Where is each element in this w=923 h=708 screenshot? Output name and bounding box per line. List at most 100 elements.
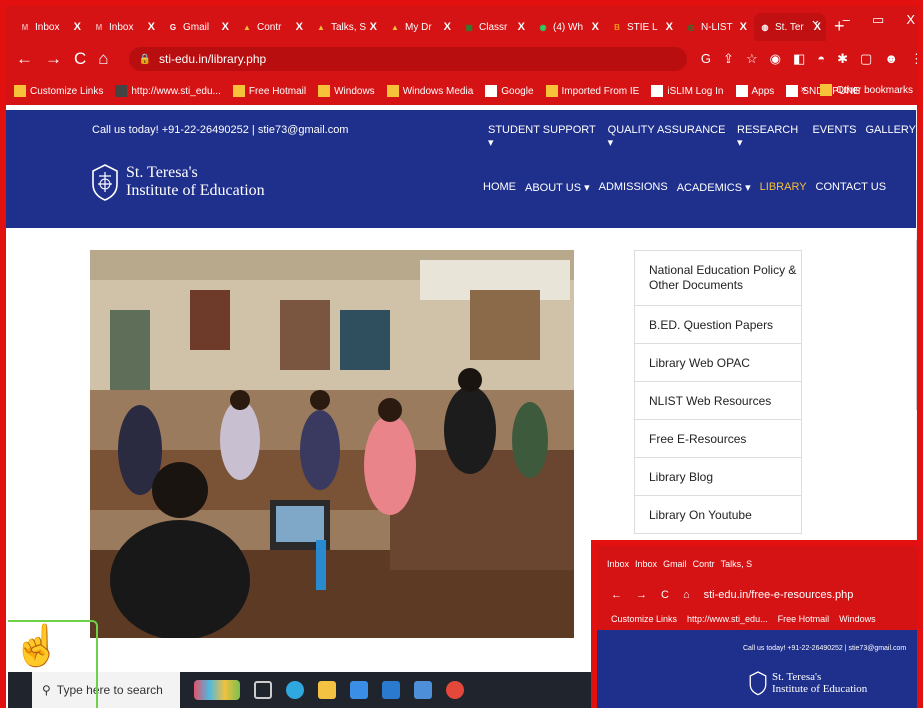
other-bookmarks[interactable]: Other bookmarks — [820, 84, 913, 96]
top-nav-item[interactable]: EVENTS — [812, 124, 856, 149]
inset-url[interactable]: sti-edu.in/free-e-resources.php — [704, 589, 854, 601]
extension-icon[interactable]: ☻ — [884, 51, 898, 67]
inset-tab[interactable]: Gmail — [663, 559, 687, 569]
extension-icon[interactable]: G — [701, 51, 711, 67]
bookmark-item[interactable]: Windows Media — [386, 85, 473, 97]
tab-close-icon[interactable]: X — [148, 21, 155, 33]
tab-close-icon[interactable]: X — [74, 21, 81, 33]
inset-home-icon[interactable]: ⌂ — [683, 589, 690, 601]
inset-logo-line-1: St. Teresa's — [772, 671, 822, 683]
bookmark-item[interactable]: Free Hotmail — [232, 85, 306, 97]
tab-close-icon[interactable]: X — [444, 21, 451, 33]
main-nav-item[interactable]: LIBRARY — [760, 181, 807, 194]
tab-4[interactable]: ▲ Talks, S X — [310, 13, 382, 41]
nlist-icon: ◎ — [687, 22, 695, 32]
main-nav-item[interactable]: ACADEMICS ▾ — [677, 181, 751, 194]
top-nav-item[interactable]: GALLERY — [865, 124, 916, 149]
extension-icon[interactable]: ▢ — [860, 51, 872, 67]
side-menu-item[interactable]: Library Blog — [634, 458, 802, 496]
inset-tab[interactable]: Contr — [693, 559, 715, 569]
main-nav-item[interactable]: ABOUT US ▾ — [525, 181, 590, 194]
tab-close-icon[interactable]: X — [222, 21, 229, 33]
tab-6[interactable]: ▣ Classr X — [458, 13, 530, 41]
tab-close-icon[interactable]: X — [370, 21, 377, 33]
main-nav-item[interactable]: ADMISSIONS — [599, 181, 668, 194]
edge-icon[interactable] — [286, 681, 304, 699]
top-nav-item[interactable]: RESEARCH ▾ — [737, 124, 803, 149]
tab-3[interactable]: ▲ Contr X — [236, 13, 308, 41]
inset-bookmark[interactable]: http://www.sti_edu... — [687, 614, 768, 624]
tab-close-icon[interactable]: X — [740, 21, 747, 33]
extension-icon[interactable]: ◧ — [793, 51, 805, 67]
window-close-icon[interactable]: X — [906, 12, 915, 28]
task-view-icon[interactable] — [254, 681, 272, 699]
bookmark-item[interactable]: Windows — [318, 85, 375, 97]
widgets-icon[interactable] — [194, 680, 240, 700]
inset-bookmark[interactable]: Free Hotmail — [778, 614, 830, 624]
home-icon[interactable]: ⌂ — [98, 49, 108, 69]
bookmark-item[interactable]: Customize Links — [14, 85, 103, 97]
tab-2[interactable]: G Gmail X — [162, 13, 234, 41]
scrollbar-thumb[interactable] — [916, 240, 923, 410]
side-menu-item[interactable]: NLIST Web Resources — [634, 382, 802, 420]
more-bookmarks-icon[interactable]: » — [801, 84, 807, 96]
inset-tab[interactable]: Talks, S — [721, 559, 753, 569]
tab-search-dropdown-icon[interactable]: ⌄ — [810, 12, 821, 28]
tab-7[interactable]: ◉ (4) Wh X — [532, 13, 604, 41]
extension-icon[interactable]: ⇪ — [723, 51, 734, 67]
reload-icon[interactable]: C — [74, 49, 86, 69]
extension-icon[interactable]: ◉ — [770, 51, 781, 67]
tab-9[interactable]: ◎ N-LIST X — [680, 13, 752, 41]
forward-arrow-icon[interactable]: → — [45, 49, 62, 69]
side-menu-item[interactable]: National Education Policy & Other Docume… — [634, 250, 802, 306]
minimize-icon[interactable]: – — [843, 12, 850, 28]
tab-close-icon[interactable]: X — [296, 21, 303, 33]
maximize-icon[interactable]: ▭ — [872, 12, 884, 28]
window-controls: ⌄ – ▭ X — [810, 12, 915, 28]
file-explorer-icon[interactable] — [318, 681, 336, 699]
tab-close-icon[interactable]: X — [518, 21, 525, 33]
inset-tab[interactable]: Inbox — [607, 559, 629, 569]
lock-icon[interactable]: 🔒 — [139, 54, 151, 65]
bookmark-item[interactable]: http://www.sti_edu... — [115, 85, 221, 97]
top-nav-item[interactable]: STUDENT SUPPORT ▾ — [488, 124, 599, 149]
side-menu-item[interactable]: Free E-Resources — [634, 420, 802, 458]
tab-close-icon[interactable]: X — [666, 21, 673, 33]
tab-8[interactable]: B STIE L X — [606, 13, 678, 41]
top-nav-item[interactable]: QUALITY ASSURANCE ▾ — [608, 124, 728, 149]
chrome-icon[interactable] — [446, 681, 464, 699]
tab-label: (4) Wh — [553, 21, 583, 33]
photos-icon[interactable] — [414, 681, 432, 699]
main-nav-item[interactable]: HOME — [483, 181, 516, 194]
extension-icon[interactable]: ☆ — [746, 51, 758, 67]
url-input[interactable]: 🔒 sti-edu.in/library.php — [128, 47, 687, 71]
extension-icon[interactable]: ✱ — [837, 51, 848, 67]
bookmark-item[interactable]: Apps — [735, 85, 774, 97]
inset-bookmark[interactable]: Customize Links — [611, 614, 677, 624]
side-menu-item[interactable]: Library On Youtube — [634, 496, 802, 534]
site-logo[interactable]: St. Teresa's Institute of Education — [88, 162, 265, 202]
inset-reload-icon[interactable]: C — [661, 589, 669, 601]
tab-0[interactable]: M Inbox X — [14, 13, 86, 41]
side-menu-item[interactable]: Library Web OPAC — [634, 344, 802, 382]
tab-close-icon[interactable]: X — [592, 21, 599, 33]
bookmark-item[interactable]: Imported From IE — [545, 85, 639, 97]
inset-forward-icon[interactable]: → — [636, 589, 647, 601]
extension-icon[interactable]: ⋮ — [910, 51, 923, 67]
inset-logo[interactable]: St. Teresa's Institute of Education — [747, 670, 867, 696]
inset-logo-line-2: Institute of Education — [772, 683, 868, 695]
side-menu-item[interactable]: B.ED. Question Papers — [634, 306, 802, 344]
tab-label: My Dr — [405, 21, 432, 33]
mail-icon[interactable] — [382, 681, 400, 699]
tab-1[interactable]: M Inbox X — [88, 13, 160, 41]
tab-5[interactable]: ▲ My Dr X — [384, 13, 456, 41]
inset-back-icon[interactable]: ← — [611, 589, 622, 601]
bookmark-item[interactable]: Google — [485, 85, 534, 97]
main-nav-item[interactable]: CONTACT US — [816, 181, 887, 194]
bookmark-item[interactable]: iSLIM Log In — [651, 85, 724, 97]
back-arrow-icon[interactable]: ← — [16, 49, 33, 69]
inset-tab[interactable]: Inbox — [635, 559, 657, 569]
store-icon[interactable] — [350, 681, 368, 699]
extension-icon[interactable]: ◓ — [817, 51, 825, 67]
inset-bookmark[interactable]: Windows — [839, 614, 876, 624]
